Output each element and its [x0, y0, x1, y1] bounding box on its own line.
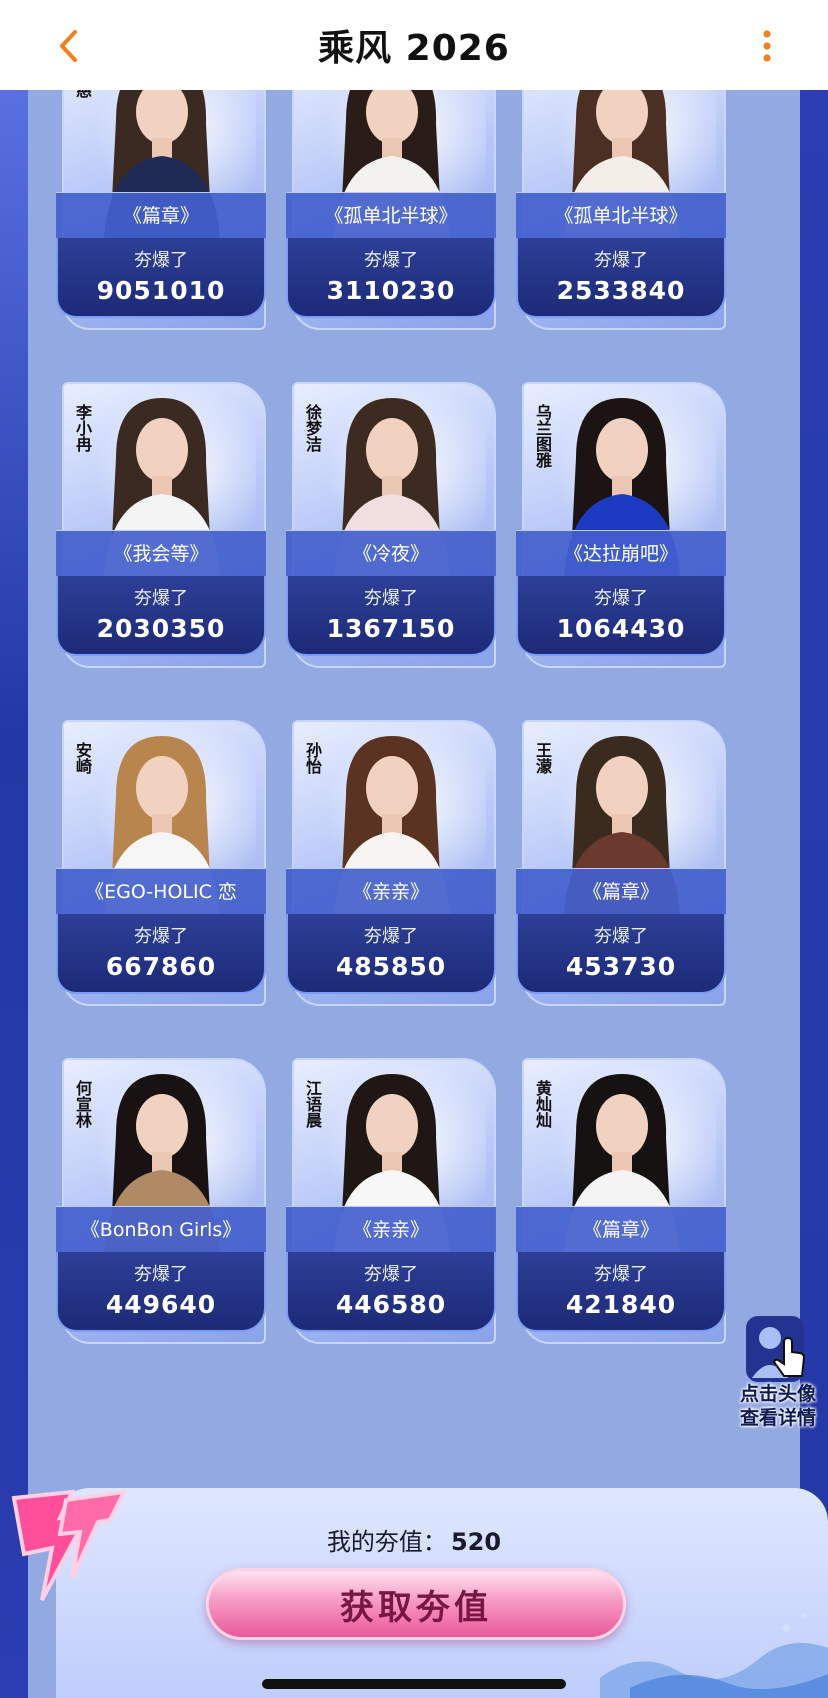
vote-label: 夯爆了 [364, 588, 418, 609]
contestant-name: 江语晨 [303, 1080, 322, 1128]
contestant-card[interactable]: 沛慈《篇章》夯爆了 9051010 [56, 90, 266, 330]
vote-label: 夯爆了 [364, 1264, 418, 1285]
vote-stats: 夯爆了 2533840 [516, 238, 726, 318]
get-value-button-label: 获取夯值 [340, 1587, 492, 1628]
vote-stats: 夯爆了 449640 [56, 1252, 266, 1332]
vote-stats: 夯爆了 421840 [516, 1252, 726, 1332]
bottom-action-area: 我的夯值： 520 获取夯值 [0, 1488, 828, 1698]
vote-count: 449640 [105, 1290, 217, 1319]
contestant-card[interactable]: 孙怡《亲亲》夯爆了 485850 [286, 718, 496, 1006]
vote-stats: 夯爆了 453730 [516, 914, 726, 994]
vote-count: 1064430 [556, 614, 686, 643]
contestant-card[interactable]: 江语晨《亲亲》夯爆了 446580 [286, 1056, 496, 1344]
vote-count: 485850 [335, 952, 447, 981]
vote-label: 夯爆了 [134, 1264, 188, 1285]
contestant-song: 《EGO-HOLIC 恋 [56, 868, 266, 914]
contestant-song: 《BonBon Girls》 [56, 1206, 266, 1252]
vote-stats: 夯爆了 667860 [56, 914, 266, 994]
contestant-song: 《篇章》 [516, 1206, 726, 1252]
vote-count: 3110230 [326, 276, 456, 305]
hint-line-2: 查看详情 [739, 1407, 816, 1429]
more-menu-icon [763, 30, 771, 62]
left-decoration [0, 90, 28, 1698]
vote-count: 421840 [565, 1290, 677, 1319]
contestant-name: 沛慈 [70, 90, 92, 98]
vote-stats: 夯爆了 2030350 [56, 576, 266, 656]
vote-count: 667860 [105, 952, 217, 981]
contestant-card[interactable]: 瑶《孤单北半球》夯爆了2533840 [516, 90, 726, 330]
contestant-song: 《篇章》 [56, 192, 266, 238]
vote-label: 夯爆了 [364, 250, 418, 271]
page-title: 乘风 2026 [318, 28, 510, 69]
get-value-button[interactable]: 获取夯值 [206, 1568, 626, 1640]
vote-stats: 夯爆了 1367150 [286, 576, 496, 656]
contestant-name: 王濛 [533, 742, 552, 774]
tap-hand-icon [740, 1312, 812, 1384]
home-indicator [262, 1679, 566, 1689]
contestant-song: 《亲亲》 [286, 868, 496, 914]
contestant-name: 孙怡 [303, 742, 322, 774]
vote-label: 夯爆了 [364, 926, 418, 947]
vote-stats: 夯爆了 1064430 [516, 576, 726, 656]
vote-label: 夯爆了 [594, 926, 648, 947]
contestant-song: 《冷夜》 [286, 530, 496, 576]
vote-count: 2030350 [96, 614, 226, 643]
contestant-card[interactable]: 安崎《EGO-HOLIC 恋夯爆了 667860 [56, 718, 266, 1006]
vote-count: 9051010 [96, 276, 226, 305]
vote-label: 夯爆了 [594, 250, 648, 271]
contestant-song: 《我会等》 [56, 530, 266, 576]
contestant-card[interactable]: 月《孤单北半球》夯爆了3110230 [286, 90, 496, 330]
more-menu-button[interactable] [752, 26, 782, 66]
vote-count: 2533840 [556, 276, 686, 305]
vote-stats: 夯爆了 3110230 [286, 238, 496, 318]
vote-stats: 夯爆了 446580 [286, 1252, 496, 1332]
my-value-display: 我的夯值： 520 [0, 1522, 828, 1557]
contestant-name: 李小冉 [73, 404, 92, 452]
hint-text: 点击头像 查看详情 [732, 1382, 824, 1430]
contestant-song: 《达拉崩吧》 [516, 530, 726, 576]
vote-label: 夯爆了 [594, 588, 648, 609]
top-navigation-bar: 乘风 2026 [0, 0, 828, 90]
contestant-card[interactable]: 王濛《篇章》夯爆了 453730 [516, 718, 726, 1006]
tap-avatar-hint[interactable]: 点击头像 查看详情 [732, 1312, 824, 1444]
my-value-number: 520 [450, 1528, 502, 1556]
contestant-card[interactable]: 黄灿灿《篇章》夯爆了 421840 [516, 1056, 726, 1344]
hint-line-1: 点击头像 [739, 1383, 816, 1405]
back-button[interactable] [48, 26, 88, 66]
back-arrow-icon [60, 30, 77, 62]
contestant-song: 《亲亲》 [286, 1206, 496, 1252]
vote-label: 夯爆了 [134, 250, 188, 271]
water-splash-decoration [600, 1588, 828, 1698]
contestant-name: 徐梦洁 [303, 404, 322, 452]
contestant-card[interactable]: 李小冉《我会等》夯爆了 2030350 [56, 380, 266, 668]
contestant-card[interactable]: 乌兰图雅《达拉崩吧》夯爆了 1064430 [516, 380, 726, 668]
contestant-song: 《孤单北半球》 [516, 192, 726, 238]
vote-label: 夯爆了 [134, 926, 188, 947]
contestant-name: 何宣林 [73, 1080, 92, 1128]
contestant-name: 安崎 [73, 742, 92, 774]
contestant-card[interactable]: 何宣林《BonBon Girls》夯爆了 449640 [56, 1056, 266, 1344]
contestant-song: 《孤单北半球》 [286, 192, 496, 238]
vote-label: 夯爆了 [594, 1264, 648, 1285]
vote-stats: 夯爆了 9051010 [56, 238, 266, 318]
vote-count: 446580 [335, 1290, 447, 1319]
main-content: 沛慈《篇章》夯爆了9051010月《孤单北半球》夯爆了3110230瑶《孤单北半… [0, 90, 828, 1698]
contestant-name: 乌兰图雅 [533, 404, 552, 468]
vote-count: 453730 [565, 952, 677, 981]
contestant-song: 《篇章》 [516, 868, 726, 914]
my-value-label: 我的夯值： [326, 1528, 447, 1556]
vote-stats: 夯爆了 485850 [286, 914, 496, 994]
vote-label: 夯爆了 [134, 588, 188, 609]
contestant-card[interactable]: 徐梦洁《冷夜》夯爆了 1367150 [286, 380, 496, 668]
vote-count: 1367150 [326, 614, 456, 643]
contestant-name: 黄灿灿 [533, 1080, 552, 1128]
